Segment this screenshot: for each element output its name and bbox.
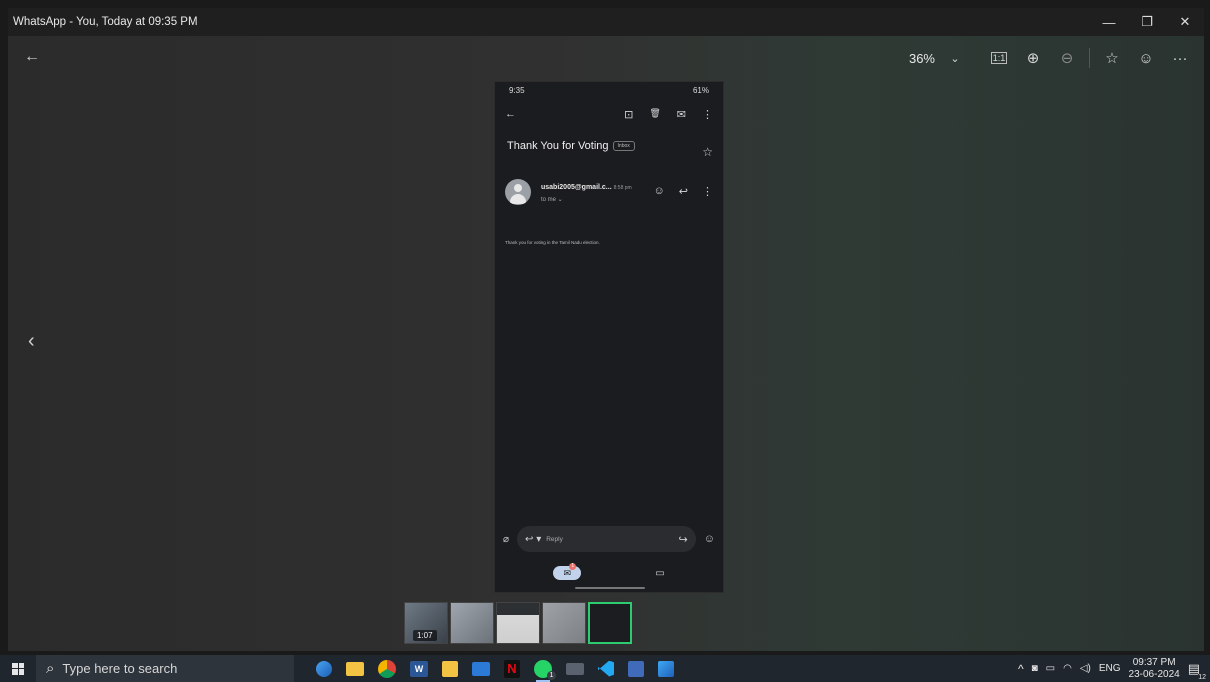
netflix-icon[interactable]: N [504, 659, 520, 678]
whatsapp-icon[interactable]: 1 [534, 659, 556, 682]
back-arrow-icon[interactable]: ← [24, 48, 40, 66]
sender-email: usabi2005@gmail.c... [541, 184, 612, 191]
phone-status-battery: 61% [692, 85, 709, 95]
photos-app-window: WhatsApp - You, Today at 09:35 PM — ❐ ✕ … [8, 8, 1204, 651]
more-options-icon[interactable]: ··· [1164, 42, 1196, 74]
favorite-star-icon[interactable]: ☆ [1096, 42, 1128, 74]
email-time: 8:58 pm [613, 185, 632, 191]
video-duration: 1:07 [413, 630, 437, 641]
battery-icon[interactable]: ▭ [1046, 663, 1055, 674]
filmstrip-thumbnail[interactable] [496, 602, 540, 644]
archive-icon: ⊡ [624, 108, 634, 121]
phone-status-time: 9:35 [509, 85, 525, 95]
zoom-level[interactable]: 36% [909, 51, 935, 66]
email-subject: Thank You for Voting Inbox [507, 140, 635, 152]
taskbar-clock[interactable]: 09:37 PM 23-06-2024 [1129, 657, 1180, 681]
phone-status-bar: 9:35 61% [495, 82, 723, 98]
filmstrip-thumbnail-selected[interactable] [588, 602, 632, 644]
toolbar-actions: 36% ⌄ 1:1 ⊕ ⊖ ☆ ☺ ··· [909, 36, 1196, 80]
filmstrip-thumbnail[interactable] [542, 602, 586, 644]
email-emoji-icon: ☺ [653, 185, 665, 197]
filmstrip: 1:07 [404, 602, 632, 644]
chrome-icon[interactable] [378, 659, 396, 678]
sender-avatar [505, 179, 531, 205]
filmstrip-thumbnail[interactable] [450, 602, 494, 644]
filmstrip-thumbnail[interactable]: 1:07 [404, 602, 448, 644]
viewer-toolbar: ← 36% ⌄ 1:1 ⊕ ⊖ ☆ ☺ ··· [8, 36, 1204, 80]
email-more-icon: ⋮ [702, 108, 713, 121]
system-tray: ^ ◙ ▭ ◠ ◁) ENG 09:37 PM 23-06-2024 ▤ 12 [1018, 655, 1210, 682]
inbox-label-chip: Inbox [612, 141, 635, 151]
email-back-arrow-icon: ← [505, 108, 516, 120]
sender-more-icon: ⋮ [702, 186, 713, 198]
snipping-tool-icon[interactable] [628, 660, 644, 677]
meet-now-icon[interactable]: ◙ [1032, 663, 1038, 674]
wifi-icon[interactable]: ◠ [1063, 663, 1072, 674]
terminal-app-icon[interactable] [566, 662, 584, 675]
email-subject-text: Thank You for Voting [507, 140, 609, 152]
vscode-icon[interactable] [598, 660, 614, 677]
word-icon[interactable]: W [410, 660, 428, 677]
recipient-to-me: to me ⌄ [541, 197, 563, 203]
mark-unread-icon: ✉ [676, 108, 686, 121]
sender-actions: ☺ ↩ ⋮ [654, 185, 713, 198]
language-indicator[interactable]: ENG [1099, 663, 1121, 674]
tray-overflow-chevron-icon[interactable]: ^ [1018, 662, 1024, 676]
start-button[interactable] [0, 655, 36, 682]
taskbar-search-box[interactable]: ⌕ Type here to search [36, 655, 294, 682]
meet-video-icon: ▭ [655, 567, 665, 579]
notification-center-icon[interactable]: ▤ 12 [1188, 661, 1206, 681]
zoom-in-icon[interactable]: ⊕ [1017, 42, 1049, 74]
window-controls: — ❐ ✕ [1090, 8, 1204, 36]
title-bar: WhatsApp - You, Today at 09:35 PM — ❐ ✕ [8, 8, 1204, 36]
reply-emoji-icon: ☺ [703, 533, 715, 545]
delete-icon: 🗑 [649, 107, 661, 118]
forward-icon: ↪ [678, 533, 688, 546]
store-icon[interactable] [442, 660, 458, 677]
actual-size-icon[interactable]: 1:1 [991, 52, 1007, 64]
mail-tab: ✉ 1 [553, 563, 582, 580]
email-star-icon: ☆ [702, 145, 713, 159]
photos-app-icon[interactable] [658, 660, 674, 677]
notification-count: 12 [1198, 673, 1206, 681]
clock-time: 09:37 PM [1132, 656, 1176, 668]
displayed-image-phone-screenshot: 9:35 61% ← ⊡ 🗑 ✉ ⋮ Thank You for Voting … [494, 81, 724, 593]
window-title: WhatsApp - You, Today at 09:35 PM [13, 16, 198, 28]
emoji-react-icon[interactable]: ☺ [1130, 42, 1162, 74]
email-reply-icon: ↩ [678, 186, 688, 198]
restore-button[interactable]: ❐ [1128, 8, 1166, 36]
windows-logo-icon [12, 662, 24, 675]
attach-icon: ⌀ [503, 533, 510, 545]
reply-pill: ↩ ▾ Reply ↪ [517, 526, 696, 552]
whatsapp-badge: 1 [547, 670, 556, 680]
zoom-out-icon[interactable]: ⊖ [1051, 42, 1083, 74]
file-explorer-icon[interactable] [346, 661, 364, 676]
reply-bar: ⌀ ↩ ▾ Reply ↪ ☺ [495, 520, 723, 558]
reply-placeholder: Reply [546, 535, 563, 543]
windows-taskbar: ⌕ Type here to search W N 1 ^ ◙ ▭ ◠ ◁) E… [0, 655, 1210, 682]
mail-badge: 1 [569, 563, 577, 570]
gesture-handle [575, 587, 645, 589]
search-icon: ⌕ [46, 660, 55, 677]
gmail-bottom-nav: ✉ 1 ▭ [495, 560, 723, 586]
clock-date: 23-06-2024 [1128, 668, 1180, 680]
previous-image-chevron-icon[interactable]: ‹ [28, 330, 35, 353]
email-action-bar: ← ⊡ 🗑 ✉ ⋮ [505, 106, 713, 122]
mail-app-icon[interactable] [472, 661, 490, 676]
taskbar-apps: W N 1 [316, 659, 674, 682]
minimize-button[interactable]: — [1090, 8, 1128, 36]
zoom-dropdown-chevron-icon[interactable]: ⌄ [939, 42, 971, 74]
volume-icon[interactable]: ◁) [1080, 663, 1091, 674]
close-button[interactable]: ✕ [1166, 8, 1204, 36]
sender-line: usabi2005@gmail.c... 8:58 pm [541, 184, 632, 191]
toolbar-divider [1089, 48, 1090, 68]
sender-row: usabi2005@gmail.c... 8:58 pm to me ⌄ ☺ ↩ … [505, 179, 713, 209]
reply-dropdown-icon: ↩ ▾ [525, 533, 542, 545]
search-placeholder: Type here to search [62, 661, 178, 676]
cortana-app-icon[interactable] [316, 660, 332, 677]
email-body: Thank you for voting in the Tamil Nadu e… [505, 240, 600, 245]
